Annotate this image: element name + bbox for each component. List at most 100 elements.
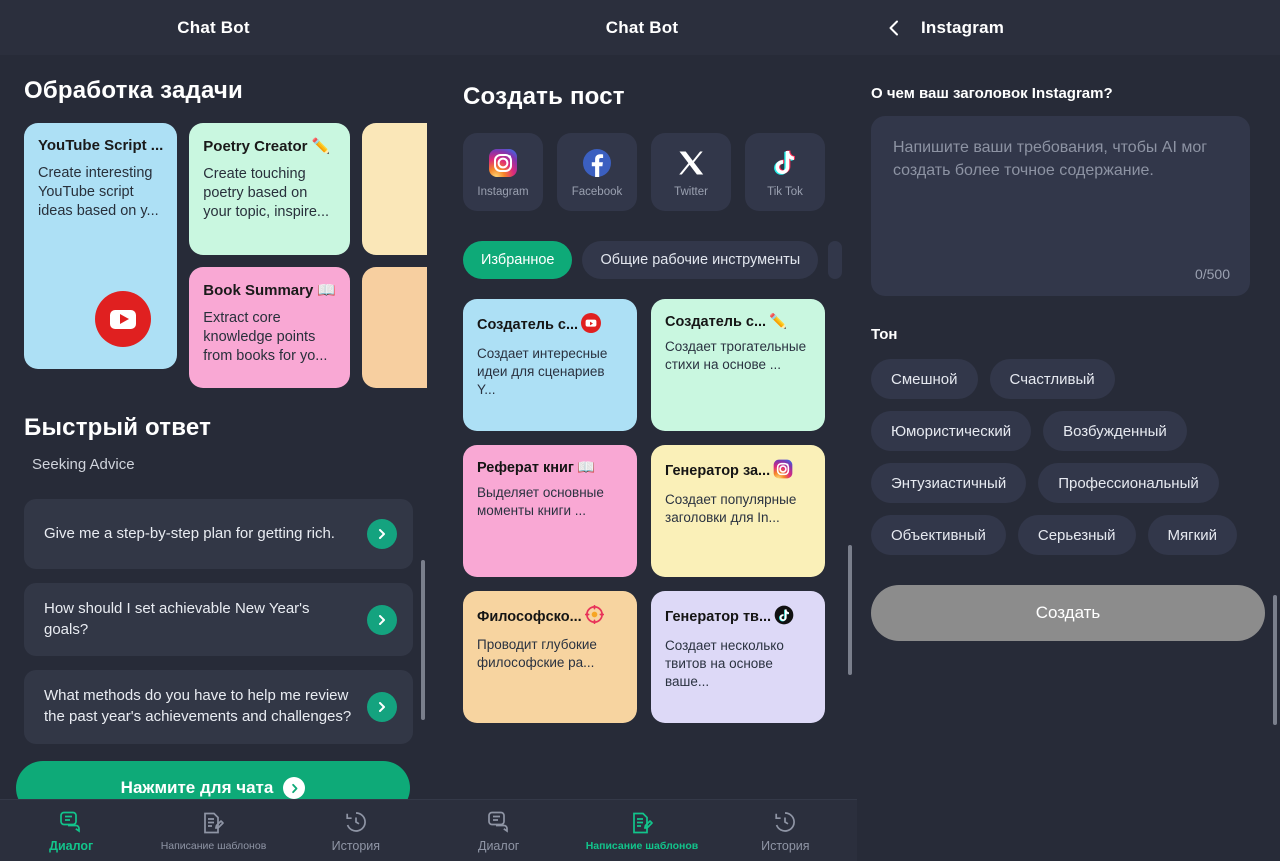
- chevron-right-icon[interactable]: [367, 692, 397, 723]
- prompt-label: О чем ваш заголовок Instagram?: [871, 85, 1113, 102]
- nav-label: Диалог: [49, 838, 94, 853]
- task-card[interactable]: Book Summary 📖 Extract core knowledge po…: [189, 267, 351, 388]
- task-card-partial[interactable]: [362, 123, 427, 255]
- card-desc: Создает трогательные стихи на основе ...: [665, 339, 807, 373]
- panel-instagram-generator: Instagram О чем ваш заголовок Instagram?…: [857, 0, 1280, 861]
- social-option-instagram[interactable]: Instagram: [463, 133, 543, 211]
- chip-label: Избранное: [481, 252, 555, 268]
- card-title: Генератор тв...: [665, 609, 772, 625]
- open-book-icon: 📖: [576, 460, 596, 476]
- tone-chip[interactable]: Счастливый: [989, 359, 1115, 399]
- nav-item-dialog[interactable]: Диалог: [0, 809, 142, 853]
- social-option-facebook[interactable]: Facebook: [557, 133, 637, 211]
- textarea-placeholder: Напишите ваши требования, чтобы AI мог с…: [893, 139, 1208, 180]
- nav-item-history[interactable]: История: [285, 809, 427, 853]
- card-title: Poetry Creator: [203, 137, 308, 155]
- card-title: Создатель с...: [477, 317, 579, 333]
- tone-label: Энтузиастичный: [891, 474, 1007, 492]
- tone-label: Профессиональный: [1058, 474, 1199, 492]
- quick-answer-text: What methods do you have to help me revi…: [44, 687, 352, 726]
- card-desc: Проводит глубокие философские ра...: [477, 637, 597, 671]
- chip-partial[interactable]: [828, 241, 843, 279]
- panel-chat-bot-home: Chat Bot Обработка задачи YouTube Script…: [0, 0, 427, 861]
- youtube-icon: [95, 291, 152, 347]
- tone-chip[interactable]: Серьезный: [1017, 515, 1136, 555]
- task-card[interactable]: Poetry Creator ✏️ Create touching poetry…: [189, 123, 351, 255]
- panel2-title: Chat Bot: [605, 17, 679, 37]
- template-card[interactable]: Генератор тв... Создает несколько твитов…: [651, 591, 825, 723]
- chevron-right-icon[interactable]: [367, 519, 397, 549]
- card-desc: Создает интересные идеи для сценариев Y.…: [477, 346, 608, 398]
- nav-label: Диалог: [477, 838, 520, 853]
- nav-label: История: [331, 838, 381, 853]
- quick-answer-item[interactable]: What methods do you have to help me revi…: [24, 670, 413, 744]
- section-title-quick: Быстрый ответ: [24, 414, 212, 441]
- nav-item-templates[interactable]: Написание шаблонов: [570, 810, 713, 852]
- compass-icon: [584, 604, 604, 628]
- tone-chip[interactable]: Объективный: [871, 515, 1006, 555]
- template-card[interactable]: Философско... Проводит глубокие философс…: [463, 591, 637, 723]
- panel-create-post: Chat Bot Создать пост Instagram Facebook…: [427, 0, 857, 861]
- template-card[interactable]: Создатель с... Создает интересные идеи д…: [463, 299, 637, 431]
- panel1-bottom-nav: Диалог Написание шаблонов История: [0, 799, 427, 861]
- panel3-scrollbar[interactable]: [1273, 595, 1277, 725]
- social-label: Facebook: [571, 186, 623, 198]
- panel3-title: Instagram: [921, 17, 1005, 37]
- requirements-textarea[interactable]: Напишите ваши требования, чтобы AI мог с…: [871, 116, 1250, 296]
- create-button[interactable]: Создать: [871, 585, 1265, 641]
- nav-label: История: [761, 838, 810, 853]
- tone-chip[interactable]: Смешной: [871, 359, 978, 399]
- nav-label: Написание шаблонов: [585, 839, 699, 852]
- quick-category-label: Seeking Advice: [32, 456, 135, 473]
- panel1-scrollbar[interactable]: [421, 560, 425, 720]
- panel1-body: Обработка задачи YouTube Script ... Crea…: [0, 55, 427, 861]
- panel2-bottom-nav: Диалог Написание шаблонов История: [427, 799, 857, 861]
- social-label: Instagram: [477, 186, 529, 198]
- tone-chip[interactable]: Мягкий: [1147, 515, 1237, 555]
- tone-chip-list: Смешной Счастливый Юмористический Возбуж…: [871, 359, 1251, 555]
- tone-label: Серьезный: [1037, 526, 1116, 544]
- pencil-icon: ✏️: [311, 138, 331, 155]
- card-title: Философско...: [477, 608, 582, 625]
- template-card[interactable]: Реферат книг 📖 Выделяет основные моменты…: [463, 445, 637, 577]
- template-card[interactable]: Генератор за... Создает популярные загол…: [651, 445, 825, 577]
- chevron-right-icon: [283, 777, 306, 799]
- chevron-left-icon[interactable]: [885, 19, 903, 37]
- tone-chip[interactable]: Возбужденный: [1043, 411, 1187, 451]
- task-cards-scroller[interactable]: YouTube Script ... Create interesting Yo…: [24, 123, 427, 388]
- nav-item-templates[interactable]: Написание шаблонов: [142, 810, 284, 852]
- task-card-partial[interactable]: [362, 267, 427, 388]
- chip-common-tools[interactable]: Общие рабочие инструменты: [582, 241, 819, 279]
- quick-answer-text: Give me a step-by-step plan for getting …: [44, 524, 335, 542]
- panel2-scrollbar[interactable]: [848, 545, 852, 675]
- category-chip-row: Избранное Общие рабочие инструменты: [463, 241, 857, 279]
- card-title: Book Summary: [203, 281, 314, 299]
- quick-answer-item[interactable]: Give me a step-by-step plan for getting …: [24, 499, 413, 569]
- tone-chip[interactable]: Юмористический: [871, 411, 1032, 451]
- social-option-tiktok[interactable]: Tik Tok: [745, 133, 825, 211]
- template-write-icon: [200, 810, 226, 836]
- nav-item-history[interactable]: История: [714, 809, 857, 853]
- card-title: YouTube Script ...: [38, 137, 164, 154]
- chip-favorites[interactable]: Избранное: [463, 241, 573, 279]
- card-desc: Create touching poetry based on your top…: [203, 166, 330, 221]
- card-desc: Создает несколько твитов на основе ваше.…: [665, 638, 784, 690]
- tone-chip[interactable]: Профессиональный: [1038, 463, 1219, 503]
- quick-answer-item[interactable]: How should I set achievable New Year's g…: [24, 583, 413, 657]
- task-card[interactable]: YouTube Script ... Create interesting Yo…: [24, 123, 178, 369]
- tone-label: Возбужденный: [1063, 422, 1167, 440]
- create-button-label: Создать: [1035, 603, 1101, 622]
- pencil-icon: ✏️: [769, 314, 788, 330]
- chat-bubble-icon: [58, 809, 84, 835]
- template-card[interactable]: Создатель с... ✏️ Создает трогательные с…: [651, 299, 825, 431]
- char-counter: 0/500: [1194, 266, 1230, 282]
- twitter-x-icon: [674, 146, 708, 180]
- panel2-topbar: Chat Bot: [427, 0, 857, 55]
- social-option-twitter[interactable]: Twitter: [651, 133, 731, 211]
- chevron-right-icon[interactable]: [367, 604, 397, 635]
- tone-chip[interactable]: Энтузиастичный: [871, 463, 1027, 503]
- social-label: Twitter: [674, 186, 708, 198]
- card-desc: Extract core knowledge points from books…: [203, 310, 328, 365]
- nav-item-dialog[interactable]: Диалог: [427, 809, 570, 853]
- panel1-topbar: Chat Bot: [0, 0, 427, 55]
